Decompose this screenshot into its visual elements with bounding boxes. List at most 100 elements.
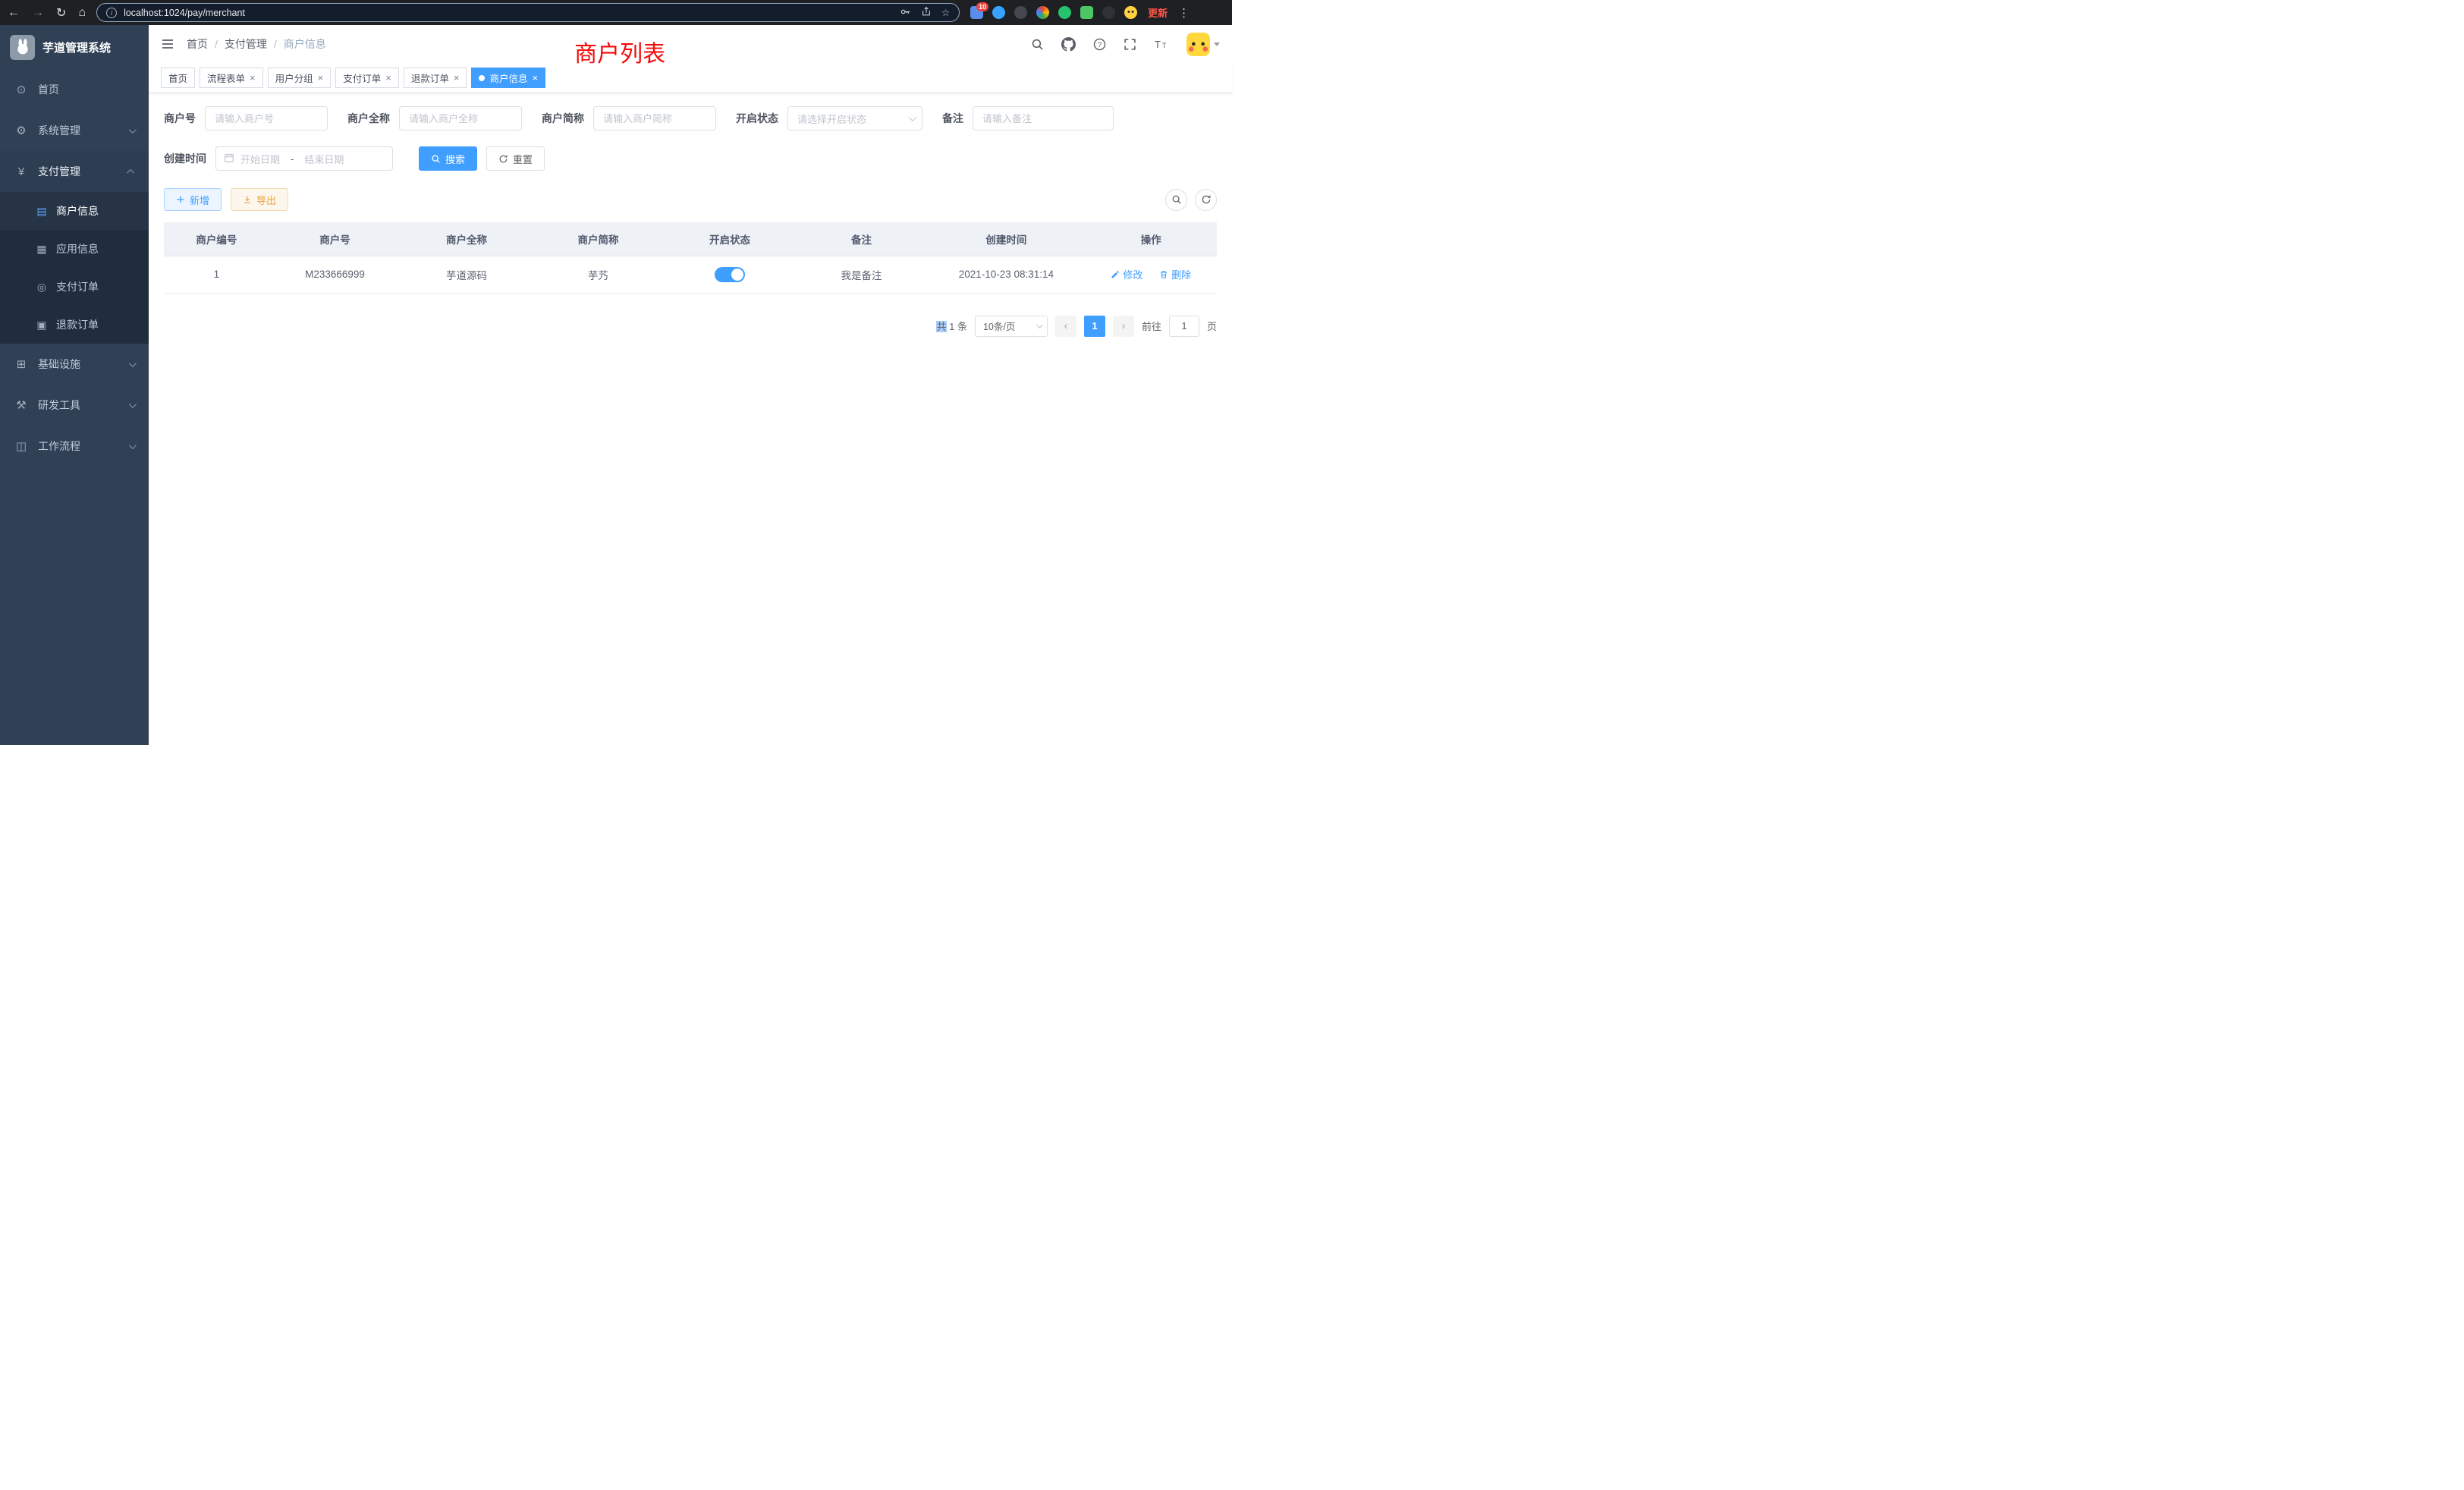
bookmark-star-icon[interactable]: ☆ — [941, 7, 950, 18]
cell-status — [664, 256, 796, 293]
help-icon[interactable]: ? — [1093, 38, 1106, 51]
breadcrumb-payment[interactable]: 支付管理 — [225, 36, 267, 52]
date-separator: - — [291, 153, 294, 165]
extension-face-icon[interactable] — [1124, 6, 1137, 19]
sidebar-item-app-info[interactable]: ▦ 应用信息 — [0, 230, 149, 268]
caret-down-icon — [1214, 42, 1220, 46]
delete-link[interactable]: 删除 — [1159, 267, 1191, 281]
share-icon[interactable] — [921, 6, 932, 19]
table-toolbar: 新增 导出 — [164, 188, 1217, 211]
fullscreen-icon[interactable] — [1124, 38, 1136, 51]
sidebar-item-payment[interactable]: ¥ 支付管理 — [0, 151, 149, 192]
password-key-icon[interactable] — [900, 6, 911, 20]
browser-update-button[interactable]: 更新 — [1148, 5, 1168, 20]
site-info-icon[interactable]: i — [106, 8, 117, 18]
pagination-total: 共 1 条 — [936, 319, 966, 333]
sidebar-item-infra[interactable]: ⊞ 基础设施 — [0, 344, 149, 385]
home-icon[interactable]: ⌂ — [78, 6, 86, 20]
create-time-label: 创建时间 — [164, 151, 206, 166]
tab-label: 支付订单 — [343, 71, 381, 85]
sidebar-item-system[interactable]: ⚙ 系统管理 — [0, 110, 149, 151]
font-size-icon[interactable]: TT — [1154, 38, 1169, 50]
hamburger-icon[interactable] — [161, 38, 174, 50]
delete-link-label: 删除 — [1171, 267, 1191, 281]
tab-user-group[interactable]: 用户分组 × — [268, 68, 332, 88]
sidebar-item-merchant-info[interactable]: ▤ 商户信息 — [0, 192, 149, 230]
start-date-placeholder[interactable]: 开始日期 — [240, 152, 280, 166]
page-size-select[interactable]: 10条/页 — [975, 316, 1048, 337]
user-avatar-menu[interactable] — [1186, 33, 1220, 56]
github-icon[interactable] — [1061, 37, 1076, 52]
sidebar-item-home[interactable]: ⊙ 首页 — [0, 69, 149, 110]
sidebar-item-devtools[interactable]: ⚒ 研发工具 — [0, 385, 149, 426]
avatar[interactable] — [1186, 33, 1210, 56]
search-button[interactable]: 搜索 — [419, 146, 477, 171]
tab-refund-order[interactable]: 退款订单 × — [404, 68, 467, 88]
close-icon[interactable]: × — [385, 73, 391, 83]
back-icon[interactable]: ← — [8, 6, 20, 20]
merchant-name-label: 商户全称 — [347, 111, 390, 126]
add-button[interactable]: 新增 — [164, 188, 222, 211]
extension-multicolor-icon[interactable] — [1036, 6, 1049, 19]
extension-grid-icon[interactable]: 10 — [970, 6, 983, 19]
end-date-placeholder[interactable]: 结束日期 — [304, 152, 344, 166]
sidebar-item-pay-order[interactable]: ◎ 支付订单 — [0, 268, 149, 306]
col-create-time: 创建时间 — [927, 222, 1085, 256]
breadcrumb-home[interactable]: 首页 — [187, 36, 208, 52]
tab-label: 首页 — [168, 71, 187, 85]
prev-page-button[interactable]: ‹ — [1055, 316, 1076, 337]
next-page-button[interactable]: › — [1113, 316, 1134, 337]
url-text[interactable]: localhost:1024/pay/merchant — [124, 8, 893, 18]
close-icon[interactable]: × — [318, 73, 324, 83]
close-icon[interactable]: × — [454, 73, 460, 83]
edit-link[interactable]: 修改 — [1111, 267, 1142, 281]
col-actions: 操作 — [1085, 222, 1217, 256]
extension-paw-icon[interactable] — [1102, 6, 1115, 19]
tab-label: 商户信息 — [489, 71, 527, 85]
merchant-short-input[interactable] — [593, 106, 716, 130]
export-button[interactable]: 导出 — [231, 188, 288, 211]
sidebar-item-refund-order[interactable]: ▣ 退款订单 — [0, 306, 149, 344]
browser-chrome: ← → ↻ ⌂ i localhost:1024/pay/merchant ☆ … — [0, 0, 1232, 25]
breadcrumb: 首页 / 支付管理 / 商户信息 — [187, 36, 326, 52]
goto-label: 前往 — [1142, 319, 1161, 333]
browser-menu-icon[interactable]: ⋮ — [1178, 6, 1190, 20]
extension-dark-icon[interactable] — [1014, 6, 1027, 19]
tab-merchant-info[interactable]: 商户信息 × — [471, 68, 545, 88]
close-icon[interactable]: × — [250, 73, 256, 83]
sidebar: 芋道管理系统 ⊙ 首页 ⚙ 系统管理 ¥ 支付管理 ▤ 商户信息 — [0, 25, 149, 745]
forward-icon[interactable]: → — [32, 6, 44, 20]
extension-badge: 10 — [976, 2, 988, 11]
search-button-label: 搜索 — [445, 152, 465, 166]
refresh-icon-button[interactable] — [1195, 189, 1217, 211]
page-number-1[interactable]: 1 — [1084, 316, 1105, 337]
close-icon[interactable]: × — [532, 73, 538, 83]
reload-icon[interactable]: ↻ — [56, 5, 66, 20]
extension-drop-icon[interactable] — [992, 6, 1005, 19]
table-header-row: 商户编号 商户号 商户全称 商户简称 开启状态 备注 创建时间 操作 — [164, 222, 1217, 256]
goto-page-input[interactable] — [1169, 316, 1199, 337]
show-search-icon-button[interactable] — [1165, 189, 1187, 211]
extension-note-icon[interactable] — [1080, 6, 1093, 19]
breadcrumb-separator: / — [274, 38, 277, 50]
remark-label: 备注 — [942, 111, 963, 126]
tab-label: 用户分组 — [275, 71, 313, 85]
date-range-picker[interactable]: 开始日期 - 结束日期 — [215, 146, 393, 171]
merchant-no-input[interactable] — [205, 106, 328, 130]
col-merchant-no: 商户号 — [269, 222, 401, 256]
browser-extensions: 10 — [970, 6, 1137, 19]
tab-home[interactable]: 首页 — [161, 68, 195, 88]
url-bar[interactable]: i localhost:1024/pay/merchant ☆ — [96, 3, 960, 22]
tab-process-form[interactable]: 流程表单 × — [200, 68, 263, 88]
sidebar-logo[interactable]: 芋道管理系统 — [0, 25, 149, 69]
status-toggle[interactable] — [715, 267, 745, 282]
sidebar-item-workflow[interactable]: ◫ 工作流程 — [0, 426, 149, 467]
tab-pay-order[interactable]: 支付订单 × — [335, 68, 399, 88]
remark-input[interactable] — [973, 106, 1114, 130]
extension-green-icon[interactable] — [1058, 6, 1071, 19]
status-select[interactable]: 请选择开启状态 — [787, 106, 922, 130]
search-icon[interactable] — [1031, 38, 1044, 51]
merchant-name-input[interactable] — [399, 106, 522, 130]
payment-submenu: ▤ 商户信息 ▦ 应用信息 ◎ 支付订单 ▣ 退款订单 — [0, 192, 149, 344]
reset-button[interactable]: 重置 — [486, 146, 545, 171]
